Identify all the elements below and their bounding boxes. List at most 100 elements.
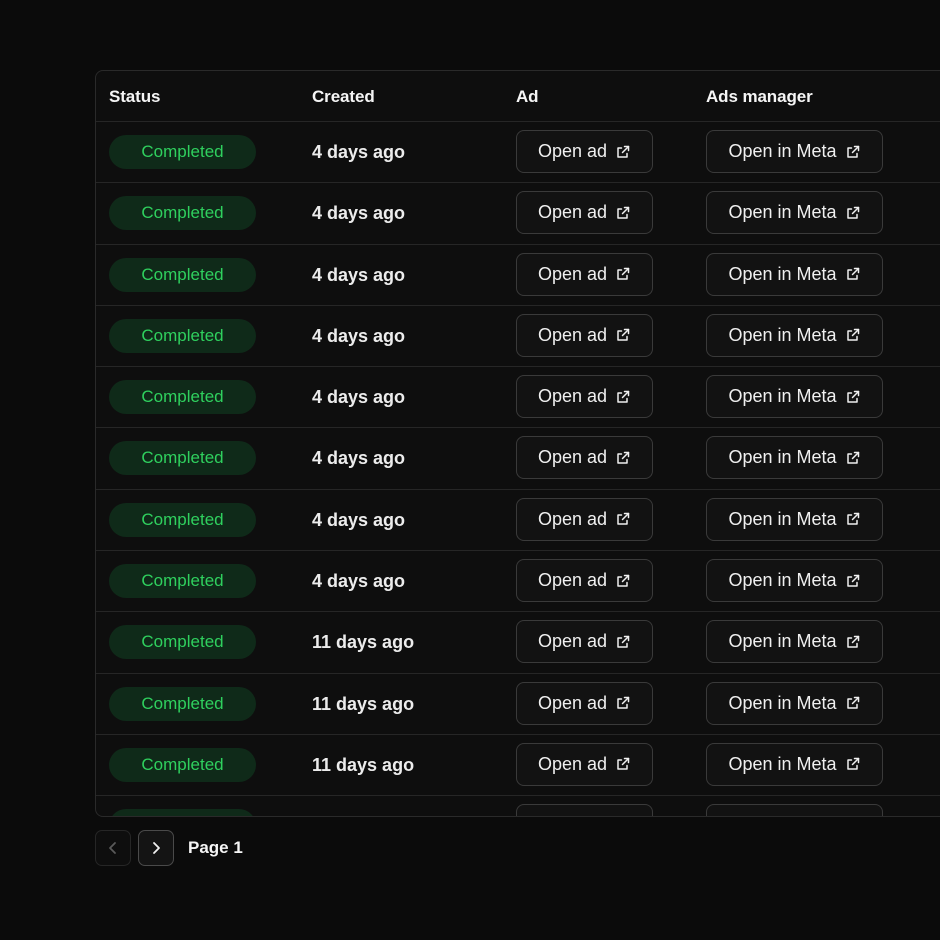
pagination: Page 1 (95, 830, 243, 866)
open-in-meta-label: Open in Meta (728, 692, 837, 713)
open-in-meta-button[interactable]: Open in Meta (706, 191, 883, 235)
external-link-icon (845, 756, 861, 772)
open-in-meta-button[interactable]: Open in Meta (706, 313, 883, 357)
created-time: 4 days ago (312, 264, 406, 285)
external-link-icon (845, 327, 861, 343)
prev-page-button[interactable] (95, 830, 131, 866)
created-time: 11 days ago (312, 693, 415, 714)
chevron-right-icon (148, 840, 164, 856)
open-in-meta-button[interactable]: Open in Meta (706, 252, 883, 296)
table-row: Completed 4 days ago Open ad Open in Meta (96, 428, 940, 490)
external-link-icon (845, 634, 861, 650)
table-row: Completed 4 days ago Open ad Open in Meta (96, 490, 940, 552)
next-page-button[interactable] (138, 830, 174, 866)
open-in-meta-label: Open in Meta (728, 202, 837, 223)
created-time: 4 days ago (312, 203, 406, 224)
external-link-icon (845, 144, 861, 160)
open-ad-button[interactable]: Open ad (516, 559, 653, 603)
open-in-meta-button[interactable]: Open in Meta (706, 742, 883, 786)
open-ad-label: Open ad (537, 692, 608, 713)
header-status: Status (109, 86, 161, 106)
header-ads-manager: Ads manager (706, 86, 813, 106)
external-link-icon (845, 695, 861, 711)
table-row: Completed 4 days ago Open ad Open in Meta (96, 122, 940, 184)
open-in-meta-label: Open in Meta (728, 263, 837, 284)
open-ad-button[interactable]: Open ad (516, 191, 653, 235)
open-in-meta-button[interactable]: Open in Meta (706, 497, 883, 541)
created-time: 11 days ago (312, 632, 415, 653)
open-in-meta-button[interactable]: Open in Meta (706, 130, 883, 173)
status-badge: Completed (109, 380, 256, 415)
status-badge: Completed (109, 747, 256, 782)
external-link-icon (615, 695, 631, 711)
open-ad-label: Open ad (537, 263, 608, 284)
open-ad-label: Open ad (537, 753, 608, 774)
status-badge: Completed (109, 257, 256, 292)
header-ad: Ad (516, 86, 539, 106)
external-link-icon (615, 511, 631, 527)
open-in-meta-label: Open in Meta (728, 570, 837, 591)
external-link-icon (615, 389, 631, 405)
open-ad-label: Open ad (537, 324, 608, 345)
open-in-meta-button[interactable]: Open in Meta (706, 681, 883, 725)
open-in-meta-label: Open in Meta (728, 141, 837, 161)
open-ad-button[interactable]: Open ad (516, 497, 653, 541)
table-row: Completed 11 days ago Open ad Open in Meta (96, 674, 940, 735)
open-ad-label: Open ad (537, 631, 608, 652)
external-link-icon (845, 389, 861, 405)
external-link-icon (615, 266, 631, 282)
status-badge: Completed (109, 135, 256, 169)
external-link-icon (845, 266, 861, 282)
chevron-left-icon (105, 840, 121, 856)
external-link-icon (845, 573, 861, 589)
open-in-meta-label: Open in Meta (728, 753, 837, 774)
table-row: Completed 4 days ago Open ad Open in Meta (96, 306, 940, 368)
open-in-meta-button[interactable] (706, 804, 883, 816)
open-ad-button[interactable]: Open ad (516, 620, 653, 664)
external-link-icon (845, 450, 861, 466)
table-row (96, 796, 940, 816)
status-badge: Completed (109, 441, 256, 476)
created-time: 11 days ago (312, 754, 415, 775)
status-badge: Completed (109, 196, 256, 231)
table-row: Completed 11 days ago Open ad Open in Meta (96, 735, 940, 797)
open-in-meta-button[interactable]: Open in Meta (706, 620, 883, 664)
external-link-icon (845, 511, 861, 527)
status-badge (109, 809, 256, 816)
page-label: Page 1 (188, 838, 243, 857)
created-time: 4 days ago (312, 571, 406, 592)
external-link-icon (845, 205, 861, 221)
external-link-icon (615, 756, 631, 772)
open-ad-label: Open ad (537, 508, 608, 529)
open-ad-button[interactable]: Open ad (516, 313, 653, 357)
open-ad-button[interactable] (516, 804, 653, 816)
open-ad-button[interactable]: Open ad (516, 130, 653, 173)
table-row: Completed 11 days ago Open ad Open in Meta (96, 612, 940, 674)
open-in-meta-button[interactable]: Open in Meta (706, 436, 883, 480)
open-in-meta-label: Open in Meta (728, 631, 837, 652)
table-header: Status Created Ad Ads manager (96, 71, 940, 122)
created-time: 4 days ago (312, 325, 406, 346)
open-ad-button[interactable]: Open ad (516, 252, 653, 296)
status-badge: Completed (109, 564, 256, 599)
status-badge: Completed (109, 625, 256, 660)
created-time: 4 days ago (312, 509, 406, 530)
external-link-icon (615, 634, 631, 650)
open-in-meta-button[interactable]: Open in Meta (706, 559, 883, 603)
open-in-meta-label: Open in Meta (728, 386, 837, 407)
open-ad-label: Open ad (537, 386, 608, 407)
status-badge: Completed (109, 686, 256, 721)
open-in-meta-label: Open in Meta (728, 508, 837, 529)
external-link-icon (615, 573, 631, 589)
open-ad-button[interactable]: Open ad (516, 742, 653, 786)
open-ad-button[interactable]: Open ad (516, 681, 653, 725)
open-in-meta-button[interactable]: Open in Meta (706, 375, 883, 419)
open-ad-label: Open ad (537, 141, 608, 161)
open-ad-button[interactable]: Open ad (516, 436, 653, 480)
external-link-icon (615, 450, 631, 466)
open-ad-button[interactable]: Open ad (516, 375, 653, 419)
created-time: 4 days ago (312, 448, 406, 469)
created-time: 4 days ago (312, 142, 406, 162)
external-link-icon (615, 327, 631, 343)
table-row: Completed 4 days ago Open ad Open in Meta (96, 245, 940, 306)
